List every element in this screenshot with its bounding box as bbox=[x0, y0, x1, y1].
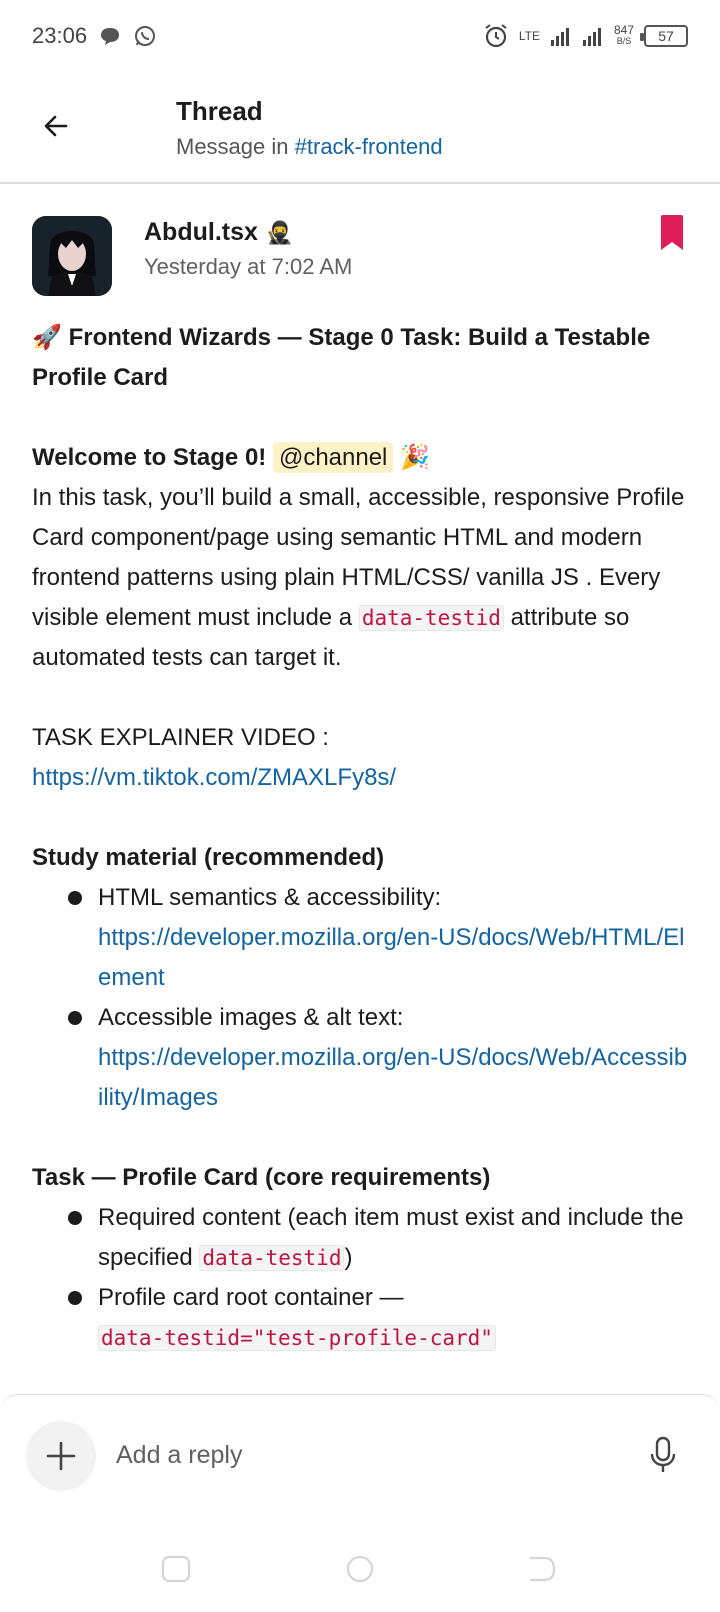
net-speed: 847 B/S bbox=[613, 23, 634, 46]
message-body: 🚀 Frontend Wizards — Stage 0 Task: Build… bbox=[32, 318, 692, 1358]
list-item: Required content (each item must exist a… bbox=[68, 1198, 692, 1278]
welcome-line: Welcome to Stage 0! @channel 🎉 bbox=[32, 442, 430, 473]
message-timestamp: Yesterday at 7:02 AM bbox=[144, 254, 353, 279]
battery-icon: 57 bbox=[640, 25, 688, 47]
list-item: Accessible images & alt text: https://de… bbox=[68, 998, 692, 1118]
message-title: 🚀 Frontend Wizards — Stage 0 Task: Build… bbox=[32, 324, 651, 391]
study-link[interactable]: https://developer.mozilla.org/en-US/docs… bbox=[98, 1044, 687, 1111]
page-title: Thread bbox=[176, 96, 263, 126]
nav-recents-button[interactable] bbox=[160, 1554, 192, 1584]
nav-back-button[interactable] bbox=[526, 1554, 558, 1584]
whatsapp-icon bbox=[133, 24, 157, 48]
channel-mention[interactable]: @channel bbox=[272, 442, 394, 473]
task-list: Required content (each item must exist a… bbox=[32, 1198, 692, 1358]
status-time: 23:06 bbox=[32, 23, 88, 48]
nav-back-icon bbox=[530, 1556, 556, 1582]
party-emoji: 🎉 bbox=[400, 444, 430, 471]
microphone-icon bbox=[650, 1436, 676, 1472]
study-link[interactable]: https://developer.mozilla.org/en-US/docs… bbox=[98, 924, 684, 991]
signal-icon bbox=[550, 25, 572, 47]
study-heading: Study material (recommended) bbox=[32, 844, 385, 871]
back-button[interactable] bbox=[36, 106, 76, 146]
ninja-emoji: 🥷 bbox=[265, 219, 294, 245]
intro-paragraph: In this task, you’ll build a small, acce… bbox=[32, 484, 685, 671]
inline-code: data-testid bbox=[358, 605, 504, 631]
nav-home-icon bbox=[346, 1555, 374, 1583]
status-bar: 23:06 LTE 847 B/S 57 bbox=[0, 0, 720, 72]
inline-code: data-testid="test-profile-card" bbox=[98, 1325, 496, 1351]
video-link[interactable]: https://vm.tiktok.com/ZMAXLFy8s/ bbox=[32, 764, 396, 791]
reply-composer bbox=[0, 1394, 720, 1514]
list-item: Profile card root container — data-testi… bbox=[68, 1278, 692, 1358]
alarm-icon bbox=[483, 23, 509, 49]
avatar[interactable] bbox=[32, 216, 112, 296]
signal-icon bbox=[582, 25, 604, 47]
nav-home-button[interactable] bbox=[344, 1554, 376, 1584]
header-subtitle: Message in #track-frontend bbox=[176, 134, 443, 159]
bookmark-icon bbox=[661, 215, 683, 250]
list-item: HTML semantics & accessibility: https://… bbox=[68, 878, 692, 998]
inline-code: data-testid bbox=[199, 1245, 345, 1271]
microphone-button[interactable] bbox=[648, 1435, 678, 1475]
rocket-emoji: 🚀 bbox=[32, 324, 62, 351]
add-attachment-button[interactable] bbox=[26, 1421, 96, 1491]
message-author[interactable]: Abdul.tsx 🥷 bbox=[144, 218, 293, 247]
plus-icon bbox=[46, 1441, 76, 1471]
video-line: TASK EXPLAINER VIDEO : bbox=[32, 724, 329, 751]
network-type: LTE bbox=[518, 28, 540, 43]
study-list: HTML semantics & accessibility: https://… bbox=[32, 878, 692, 1118]
system-nav-bar bbox=[0, 1514, 720, 1612]
nav-recents-icon bbox=[161, 1555, 191, 1583]
bookmark-button[interactable] bbox=[658, 214, 686, 252]
task-heading: Task — Profile Card (core requirements) bbox=[32, 1164, 491, 1191]
back-arrow-icon bbox=[44, 115, 68, 137]
reply-input[interactable] bbox=[116, 1435, 596, 1475]
thread-content[interactable]: Abdul.tsx 🥷 Yesterday at 7:02 AM 🚀 Front… bbox=[0, 186, 720, 1394]
chat-bubble-icon bbox=[99, 26, 121, 46]
channel-link[interactable]: #track-frontend bbox=[295, 134, 443, 159]
thread-header: Thread Message in #track-frontend bbox=[0, 72, 720, 184]
